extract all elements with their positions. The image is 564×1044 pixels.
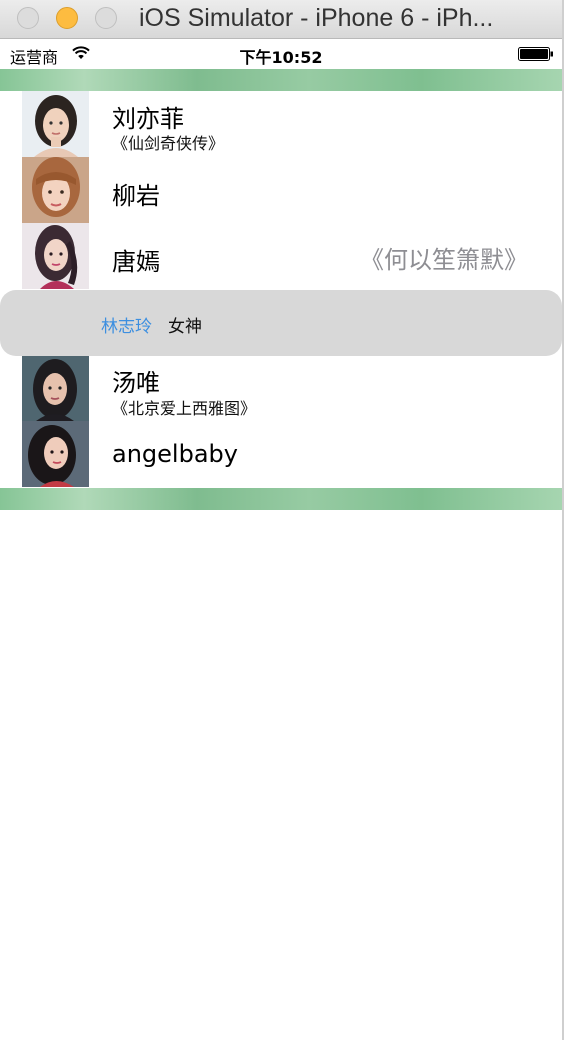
window-title: iOS Simulator - iPhone 6 - iPh... [139, 4, 494, 32]
avatar [22, 421, 89, 487]
row-title: 柳岩 [112, 182, 160, 210]
row-title: angelbaby [112, 440, 238, 468]
avatar [22, 223, 89, 289]
ios-status-bar: 运营商 下午10:52 [0, 39, 562, 69]
table-row[interactable]: angelbaby [0, 421, 562, 487]
row-title: 唐嫣 [112, 248, 160, 276]
close-window-button[interactable] [17, 7, 39, 29]
window-titlebar: iOS Simulator - iPhone 6 - iPh... [0, 0, 562, 39]
zoom-window-button[interactable] [95, 7, 117, 29]
avatar [22, 355, 89, 421]
row-subtitle: 《仙剑奇侠传》 [112, 134, 225, 153]
table-footer-view [0, 488, 562, 510]
table-row[interactable]: 汤唯 《北京爱上西雅图》 [0, 355, 562, 422]
row-title: 刘亦菲 [112, 105, 184, 133]
table-header-view [0, 69, 562, 91]
battery-icon [518, 47, 553, 61]
avatar [22, 91, 89, 157]
floating-cell-subtitle: 女神 [168, 317, 202, 337]
floating-cell-title: 林志玲 [101, 317, 152, 337]
row-subtitle: 《北京爱上西雅图》 [112, 399, 257, 418]
simulator-window: iOS Simulator - iPhone 6 - iPh... 运营商 下午… [0, 0, 564, 1040]
row-detail: 《何以笙箫默》 [360, 246, 528, 274]
table-row[interactable]: 唐嫣 《何以笙箫默》 [0, 223, 562, 289]
table-row[interactable]: 柳岩 [0, 157, 562, 224]
avatar [22, 157, 89, 223]
table-row[interactable]: 刘亦菲 《仙剑奇侠传》 [0, 91, 562, 158]
status-clock: 下午10:52 [239, 48, 323, 67]
row-title: 汤唯 [112, 369, 160, 397]
minimize-window-button[interactable] [56, 7, 78, 29]
floating-dragged-cell[interactable]: 林志玲 女神 [0, 290, 562, 356]
